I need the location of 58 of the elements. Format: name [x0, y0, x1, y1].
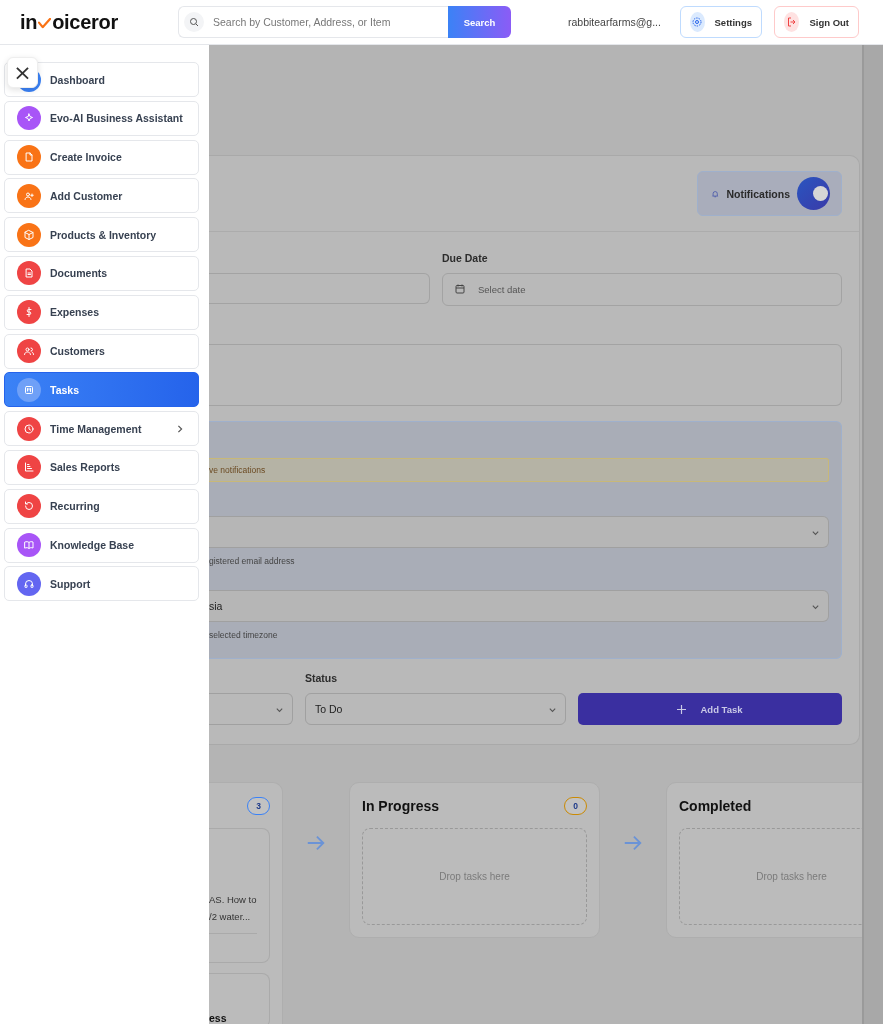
- sidebar-item[interactable]: Products & Inventory: [4, 217, 199, 253]
- input-field[interactable]: [209, 273, 430, 304]
- chevron-down-icon: [275, 706, 284, 715]
- sidebar-item[interactable]: Recurring: [4, 488, 199, 524]
- search-button[interactable]: Search: [448, 6, 511, 38]
- gear-icon: [691, 16, 704, 28]
- sidebar-item[interactable]: Evo-AI Business Assistant: [4, 100, 199, 136]
- sidebar-item[interactable]: Knowledge Base: [4, 527, 199, 563]
- logo-text: oiceror: [52, 10, 118, 34]
- scrollbar[interactable]: [862, 45, 883, 1024]
- chevron-down-icon: [548, 706, 557, 715]
- status-dropdown[interactable]: To Do: [305, 693, 566, 725]
- column-title: In Progress: [362, 797, 440, 814]
- sign-out-button[interactable]: Sign Out: [774, 6, 859, 38]
- task-card[interactable]: ess: [209, 973, 270, 1024]
- toggle-switch[interactable]: [797, 177, 830, 210]
- notifications-label: Notifications: [726, 187, 790, 200]
- count-badge: 3: [247, 796, 270, 815]
- check-icon: [38, 18, 52, 29]
- search-icon: [188, 16, 200, 28]
- user-email: rabbitearfarms@g...: [568, 16, 662, 28]
- plus-icon: [677, 704, 687, 714]
- sidebar-item[interactable]: Expenses: [4, 294, 199, 330]
- column-title: Completed: [679, 797, 752, 814]
- sidebar-item[interactable]: Documents: [4, 256, 199, 291]
- close-button[interactable]: ×: [7, 57, 38, 88]
- sidebar-item[interactable]: Tasks: [4, 372, 199, 408]
- chevron-down-icon: [811, 529, 820, 538]
- text-area[interactable]: [209, 344, 842, 406]
- sidebar-item[interactable]: Sales Reports: [4, 449, 199, 485]
- task-text: AS. How to: [209, 893, 258, 907]
- sidebar-item[interactable]: Time Management: [4, 411, 199, 447]
- task-text: /2 water...: [209, 910, 252, 924]
- chevron-down-icon: [811, 603, 820, 612]
- date-field[interactable]: Select date: [442, 273, 842, 306]
- field-label: Due Date: [442, 252, 489, 266]
- add-task-button[interactable]: Add Task: [578, 693, 842, 725]
- drop-hint: Drop tasks here: [439, 871, 510, 882]
- timezone-dropdown[interactable]: sia: [209, 590, 829, 622]
- sidebar-item[interactable]: Customers: [4, 333, 199, 369]
- drop-hint: Drop tasks here: [756, 871, 827, 882]
- sidebar-item[interactable]: Add Customer: [4, 178, 199, 214]
- notice-text: ve notifications: [209, 465, 266, 475]
- sidebar-item[interactable]: Create Invoice: [4, 139, 199, 175]
- settings-button[interactable]: Settings: [680, 6, 762, 38]
- hint-text: selected timezone: [209, 630, 279, 640]
- calendar-icon: [454, 283, 466, 295]
- task-text: ess: [209, 1011, 228, 1024]
- dropdown[interactable]: [209, 693, 293, 725]
- search-field[interactable]: Search by Customer, Address, or Item: [178, 6, 448, 38]
- dropdown[interactable]: [209, 516, 829, 548]
- task-card[interactable]: AS. How to /2 water...: [209, 828, 270, 963]
- hint-text: gistered email address: [209, 556, 296, 566]
- logo-text: in: [20, 10, 38, 34]
- sidebar-item[interactable]: Support: [4, 566, 199, 602]
- field-label: Status: [305, 672, 339, 686]
- logout-icon: [785, 16, 798, 28]
- count-badge: 0: [564, 796, 587, 815]
